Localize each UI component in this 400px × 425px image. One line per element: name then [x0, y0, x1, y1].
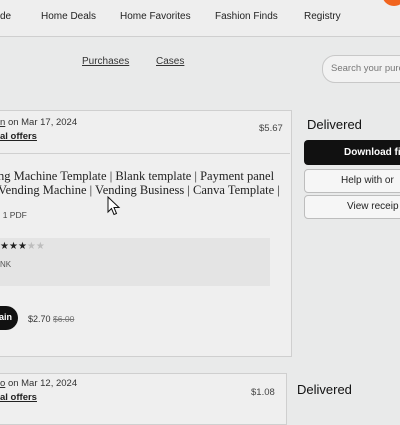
nav-item-partial[interactable]: de	[0, 11, 11, 22]
search-placeholder: Search your purc	[331, 63, 400, 74]
view-receipt-button[interactable]: View receip	[304, 195, 400, 219]
help-with-order-button[interactable]: Help with or	[304, 169, 400, 193]
seller-link[interactable]: n	[0, 117, 5, 128]
divider	[0, 153, 290, 154]
seller-link[interactable]: o	[0, 378, 5, 389]
review-text: NK	[0, 260, 12, 269]
review-stars[interactable]: ★★★★★	[0, 241, 45, 252]
order-status: Delivered	[297, 382, 352, 397]
star-icon: ★	[17, 241, 27, 252]
original-price: $6.00	[53, 314, 75, 324]
star-icon: ★	[0, 241, 9, 252]
offers-link[interactable]: al offers	[0, 131, 37, 142]
offers-link[interactable]: al offers	[0, 392, 37, 403]
order-date: o on Mar 12, 2024	[0, 378, 78, 389]
order-total: $5.67	[259, 123, 283, 134]
cases-link[interactable]: Cases	[156, 56, 184, 67]
file-info: : 1 PDF	[0, 210, 27, 220]
search-purchases-input[interactable]: Search your purc	[322, 55, 400, 83]
nav-item-home-favorites[interactable]: Home Favorites	[120, 11, 191, 22]
item-price: $2.70 $6.00	[28, 314, 75, 324]
download-files-button[interactable]: Download fi	[304, 140, 400, 165]
cart-badge[interactable]	[382, 0, 400, 6]
nav-item-registry[interactable]: Registry	[304, 11, 341, 22]
item-title-line2[interactable]: Vending Machine | Vending Business | Can…	[0, 183, 280, 198]
nav-item-home-deals[interactable]: Home Deals	[41, 11, 96, 22]
order-date: n on Mar 17, 2024	[0, 117, 78, 128]
order-status: Delivered	[307, 117, 362, 132]
star-empty-icon: ★	[35, 241, 45, 252]
nav-item-fashion-finds[interactable]: Fashion Finds	[215, 11, 278, 22]
purchases-link[interactable]: Purchases	[82, 56, 129, 67]
star-empty-icon: ★	[26, 241, 36, 252]
star-icon: ★	[8, 241, 18, 252]
top-navigation: de Home Deals Home Favorites Fashion Fin…	[0, 0, 400, 37]
order-total: $1.08	[251, 387, 275, 398]
mouse-cursor-icon	[107, 196, 121, 216]
item-title-line1[interactable]: ng Machine Template | Blank template | P…	[0, 169, 274, 184]
